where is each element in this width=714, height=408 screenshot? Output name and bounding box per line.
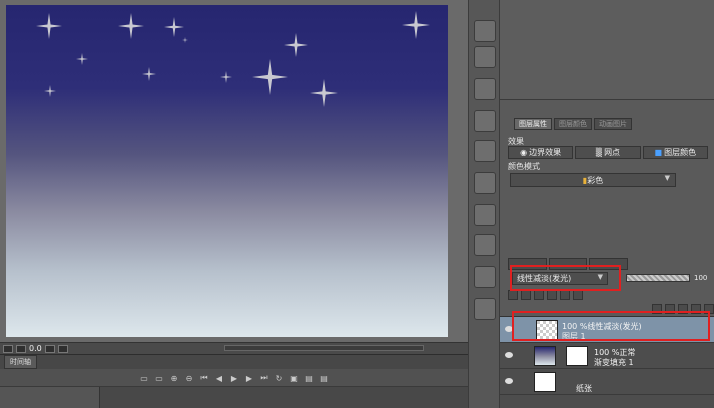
eye-icon[interactable] xyxy=(505,352,513,358)
prev-frame-icon[interactable]: ◀ xyxy=(214,373,224,383)
star-sparkle-icon xyxy=(164,17,184,37)
tab-layer-color[interactable]: 图层颜色 xyxy=(554,118,592,130)
lock-icon[interactable] xyxy=(508,290,518,300)
zoom-in-icon[interactable]: ⊕ xyxy=(169,373,179,383)
timeline-tabbar: 时间轴 xyxy=(0,355,468,369)
app-window: 0.0 时间轴 ▭ ▭ ⊕ ⊖ ⏮ ◀ ▶ ▶ ⏭ ↻ ▣ ▤ ▤ 图层属性 图… xyxy=(0,0,714,408)
border-effect-icon: ◉ xyxy=(520,148,528,157)
clip-icon[interactable] xyxy=(534,290,544,300)
delete-layer-icon[interactable] xyxy=(474,110,496,132)
star-sparkle-icon xyxy=(44,85,56,97)
edit-timeline-icon[interactable]: ▭ xyxy=(154,373,164,383)
merge-layer-icon[interactable] xyxy=(474,140,496,162)
vertical-toolbar xyxy=(468,0,500,408)
navigator-icon[interactable] xyxy=(3,344,13,353)
property-tabbar: 图层属性 图层颜色 动画图片 xyxy=(500,118,714,132)
settings-icon[interactable]: ▤ xyxy=(319,373,329,383)
image-layer-icon[interactable] xyxy=(474,204,496,226)
eye-icon[interactable] xyxy=(505,378,513,384)
mask-thumbnail xyxy=(566,346,588,366)
new-timeline-icon[interactable]: ▭ xyxy=(139,373,149,383)
timeline-track-header xyxy=(0,387,100,408)
layer-color-icon: ■ xyxy=(654,148,663,157)
loop-icon[interactable]: ↻ xyxy=(274,373,284,383)
tone-label: 网点 xyxy=(604,148,621,157)
draft-icon[interactable] xyxy=(560,290,570,300)
tone-button[interactable]: ▒ 网点 xyxy=(575,146,641,159)
tab-layer-color-label: 图层颜色 xyxy=(559,120,587,128)
zoom-out-icon[interactable] xyxy=(16,344,26,353)
tab-timeline[interactable]: 时间轴 xyxy=(4,355,37,369)
gradient-thumbnail xyxy=(534,346,556,366)
timeline-toolbar: ▭ ▭ ⊕ ⊖ ⏮ ◀ ▶ ▶ ⏭ ↻ ▣ ▤ ▤ xyxy=(0,369,468,387)
layer-name: 渐变填充 1 xyxy=(594,358,634,367)
canvas-area xyxy=(0,0,468,342)
tab-animation[interactable]: 动画图片 xyxy=(594,118,632,130)
new-folder-icon[interactable] xyxy=(474,78,496,100)
star-sparkle-icon xyxy=(252,59,288,95)
right-panel: 图层属性 图层颜色 动画图片 效果 ◉ 边界效果 ▒ 网点 ■ 图层颜色 颜色模… xyxy=(500,0,714,408)
fill-layer-icon[interactable] xyxy=(474,234,496,256)
tab-layer-property-label: 图层属性 xyxy=(519,120,547,128)
onion-skin-icon[interactable]: ▣ xyxy=(289,373,299,383)
opacity-value: 100 xyxy=(694,274,708,282)
effect-buttons: ◉ 边界效果 ▒ 网点 ■ 图层颜色 xyxy=(508,146,708,159)
ref-layer-icon[interactable] xyxy=(521,290,531,300)
drawing-canvas[interactable] xyxy=(6,5,448,337)
flip-icon[interactable] xyxy=(57,344,68,353)
star-sparkle-icon xyxy=(142,67,156,81)
paper-thumbnail xyxy=(534,372,556,392)
first-frame-icon[interactable]: ⏮ xyxy=(199,373,209,383)
color-mode-value: 彩色 xyxy=(587,175,604,185)
layer-name: 纸张 xyxy=(576,384,592,393)
tab-layer-property[interactable]: 图层属性 xyxy=(514,118,552,130)
top-panel xyxy=(500,0,714,100)
rotate-icon[interactable] xyxy=(44,344,55,353)
adjustment-layer-icon[interactable] xyxy=(474,266,496,288)
layer-row[interactable]: 100 %正常 渐变填充 1 xyxy=(500,343,714,369)
last-frame-icon[interactable]: ⏭ xyxy=(259,373,269,383)
layer-color-label: 图层颜色 xyxy=(664,148,697,157)
horizontal-scrollbar[interactable] xyxy=(224,345,424,351)
mask-icon[interactable] xyxy=(547,290,557,300)
color-mode-label: 颜色模式 xyxy=(508,162,540,171)
tab-animation-label: 动画图片 xyxy=(599,120,627,128)
zoom-out-icon[interactable]: ⊖ xyxy=(184,373,194,383)
text-layer-icon[interactable] xyxy=(474,298,496,320)
star-sparkle-icon xyxy=(402,11,430,39)
transform-icon[interactable] xyxy=(474,172,496,194)
tone-icon: ▒ xyxy=(595,148,603,157)
star-sparkle-icon xyxy=(310,79,338,107)
play-icon[interactable]: ▶ xyxy=(229,373,239,383)
star-sparkle-icon xyxy=(284,33,308,57)
opacity-slider[interactable] xyxy=(626,274,690,282)
layer-color-button[interactable]: ■ 图层颜色 xyxy=(642,146,708,159)
star-sparkle-icon xyxy=(36,13,62,39)
star-sparkle-icon xyxy=(76,53,88,65)
star-sparkle-icon xyxy=(220,71,232,83)
border-effect-button[interactable]: ◉ 边界效果 xyxy=(508,146,574,159)
new-vector-layer-icon[interactable] xyxy=(474,46,496,68)
frame-icon[interactable]: ▤ xyxy=(304,373,314,383)
star-sparkle-icon xyxy=(118,13,144,39)
zoom-value: 0.0 xyxy=(29,344,42,353)
palette-icon[interactable] xyxy=(573,290,583,300)
layer-row[interactable]: 纸张 xyxy=(500,369,714,395)
next-frame-icon[interactable]: ▶ xyxy=(244,373,254,383)
chevron-down-icon: ▼ xyxy=(664,174,670,182)
timeline-track[interactable] xyxy=(0,386,468,408)
border-effect-label: 边界效果 xyxy=(529,148,562,157)
highlight-box xyxy=(512,311,710,341)
highlight-box xyxy=(510,265,621,291)
color-mode-select[interactable]: ▮ 彩色 ▼ xyxy=(510,173,676,187)
star-sparkle-icon xyxy=(182,37,188,43)
new-raster-layer-icon[interactable] xyxy=(474,20,496,42)
